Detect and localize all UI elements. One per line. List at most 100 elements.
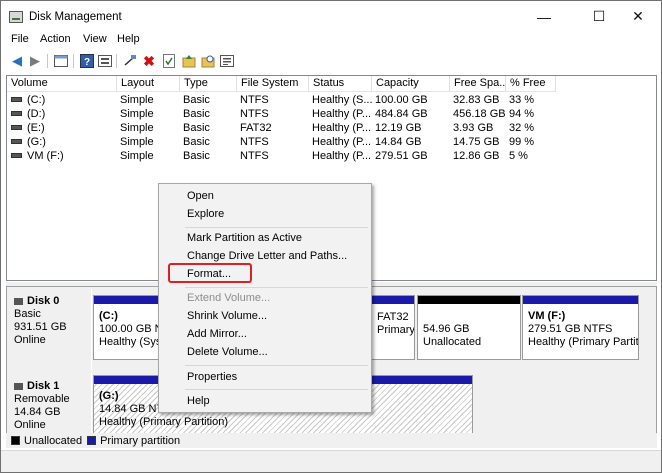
drive-icon [11, 124, 22, 130]
disk-0-status: Online [14, 334, 46, 346]
volume-free-space: 456.18 GB [453, 108, 506, 120]
check-icon[interactable] [161, 53, 177, 69]
menu-help[interactable]: Help [117, 33, 140, 45]
column-header-volume[interactable]: Volume [7, 76, 117, 92]
toolbar-separator [116, 54, 117, 68]
partition-f[interactable]: VM (F:) 279.51 GB NTFS Healthy (Primary … [522, 295, 639, 360]
volume-capacity: 279.51 GB [375, 150, 428, 162]
volume-capacity: 484.84 GB [375, 108, 428, 120]
partition-label: VM (F:) [528, 310, 566, 322]
menu-item-mark-partition-active[interactable]: Mark Partition as Active [187, 229, 302, 247]
legend: Unallocated Primary partition [6, 433, 657, 448]
volume-status: Healthy (P... [312, 150, 372, 162]
volume-free-space: 14.75 GB [453, 136, 500, 148]
disk-1-name: Disk 1 [14, 380, 91, 393]
disk-1-type: Removable [14, 393, 70, 405]
menu-separator [185, 365, 368, 366]
volume-file-system: NTFS [240, 150, 269, 162]
menu-action[interactable]: Action [40, 33, 71, 45]
menu-item-extend-volume: Extend Volume... [187, 292, 271, 304]
title-bar: Disk Management — ☐ ✕ [1, 1, 661, 32]
primary-partition-bar [372, 296, 414, 304]
drive-icon [11, 138, 22, 144]
menu-item-properties[interactable]: Properties [187, 368, 237, 386]
menu-separator [185, 227, 368, 228]
volume-row[interactable]: (E:) Simple Basic FAT32 Healthy (P... 12… [7, 121, 656, 135]
volume-status: Healthy (S... [312, 94, 373, 106]
volume-capacity: 14.84 GB [375, 136, 422, 148]
volume-free-space: 12.86 GB [453, 150, 500, 162]
unallocated-space[interactable]: 54.96 GB Unallocated [417, 295, 521, 360]
volume-status: Healthy (P... [312, 136, 372, 148]
volume-name: (C:) [27, 94, 46, 106]
properties-icon[interactable] [53, 53, 69, 69]
forward-arrow-icon[interactable]: ▶ [27, 53, 43, 69]
menu-view[interactable]: View [83, 33, 107, 45]
disk-1-status: Online [14, 419, 46, 431]
drive-icon [11, 152, 22, 158]
column-header-status[interactable]: Status [309, 76, 372, 92]
connect-disk-icon[interactable] [122, 53, 138, 69]
back-arrow-icon[interactable]: ◀ [9, 53, 25, 69]
close-button[interactable]: ✕ [615, 1, 661, 32]
search-folder-icon[interactable] [200, 53, 216, 69]
toolbar-separator [73, 54, 74, 68]
volume-capacity: 100.00 GB [375, 94, 428, 106]
column-header-free-space[interactable]: Free Spa... [450, 76, 506, 92]
refresh-icon[interactable] [97, 53, 113, 69]
volume-free-space: 32.83 GB [453, 94, 500, 106]
volume-percent-free: 99 % [509, 136, 535, 148]
menu-item-shrink-volume[interactable]: Shrink Volume... [187, 307, 267, 325]
column-header-layout[interactable]: Layout [117, 76, 180, 92]
partition-size: 54.96 GB [423, 323, 470, 335]
volume-row[interactable]: (G:) Simple Basic NTFS Healthy (P... 14.… [7, 135, 656, 149]
unallocated-bar [418, 296, 520, 304]
partition-size: FAT32 [377, 311, 409, 323]
volume-status: Healthy (P... [312, 108, 372, 120]
volume-layout: Simple [120, 122, 154, 134]
disk-0-label[interactable]: Disk 0 Basic 931.51 GB Online [8, 288, 92, 370]
volume-name: VM (F:) [27, 150, 64, 162]
toolbar-separator [47, 54, 48, 68]
menu-separator [185, 389, 368, 390]
help-icon[interactable]: ? [79, 53, 95, 69]
menu-file[interactable]: File [11, 33, 29, 45]
drive-icon [11, 110, 22, 116]
menu-item-open[interactable]: Open [187, 187, 214, 205]
menu-item-explore[interactable]: Explore [187, 205, 224, 223]
volume-file-system: NTFS [240, 136, 269, 148]
disk-0-name: Disk 0 [14, 295, 91, 308]
partition-status: Primary [377, 324, 415, 336]
volume-row[interactable]: (C:) Simple Basic NTFS Healthy (S... 100… [7, 93, 656, 107]
up-folder-icon[interactable] [181, 53, 197, 69]
volume-row[interactable]: VM (F:) Simple Basic NTFS Healthy (P... … [7, 149, 656, 163]
volume-row[interactable]: (D:) Simple Basic NTFS Healthy (P... 484… [7, 107, 656, 121]
column-header-file-system[interactable]: File System [237, 76, 309, 92]
format-highlight-box [168, 263, 252, 283]
window-title: Disk Management [29, 11, 122, 23]
disk-1-label[interactable]: Disk 1 Removable 14.84 GB Online [8, 373, 92, 435]
column-header-capacity[interactable]: Capacity [372, 76, 450, 92]
partition-size: 279.51 GB NTFS [528, 323, 613, 335]
menu-item-add-mirror[interactable]: Add Mirror... [187, 325, 247, 343]
menu-separator [185, 287, 368, 288]
column-header-percent-free[interactable]: % Free [506, 76, 556, 92]
delete-icon[interactable]: ✖ [141, 53, 157, 69]
primary-partition-bar [523, 296, 638, 304]
partition-status: Unallocated [423, 336, 482, 348]
volume-layout: Simple [120, 108, 154, 120]
minimize-button[interactable]: — [521, 1, 567, 32]
disk-1-size: 14.84 GB [14, 406, 61, 418]
status-bar [1, 450, 661, 472]
volume-free-space: 3.93 GB [453, 122, 494, 134]
menu-item-help[interactable]: Help [187, 392, 210, 410]
list-icon[interactable] [219, 53, 235, 69]
volume-type: Basic [183, 94, 210, 106]
menu-item-delete-volume[interactable]: Delete Volume... [187, 343, 268, 361]
partition-status: Healthy (Primary Partition) [528, 336, 639, 348]
column-header-type[interactable]: Type [180, 76, 237, 92]
partition-e[interactable]: FAT32 Primary [371, 295, 415, 360]
volume-layout: Simple [120, 94, 154, 106]
disk-management-window: Disk Management — ☐ ✕ File Action View H… [0, 0, 662, 473]
primary-partition-swatch [87, 436, 97, 445]
